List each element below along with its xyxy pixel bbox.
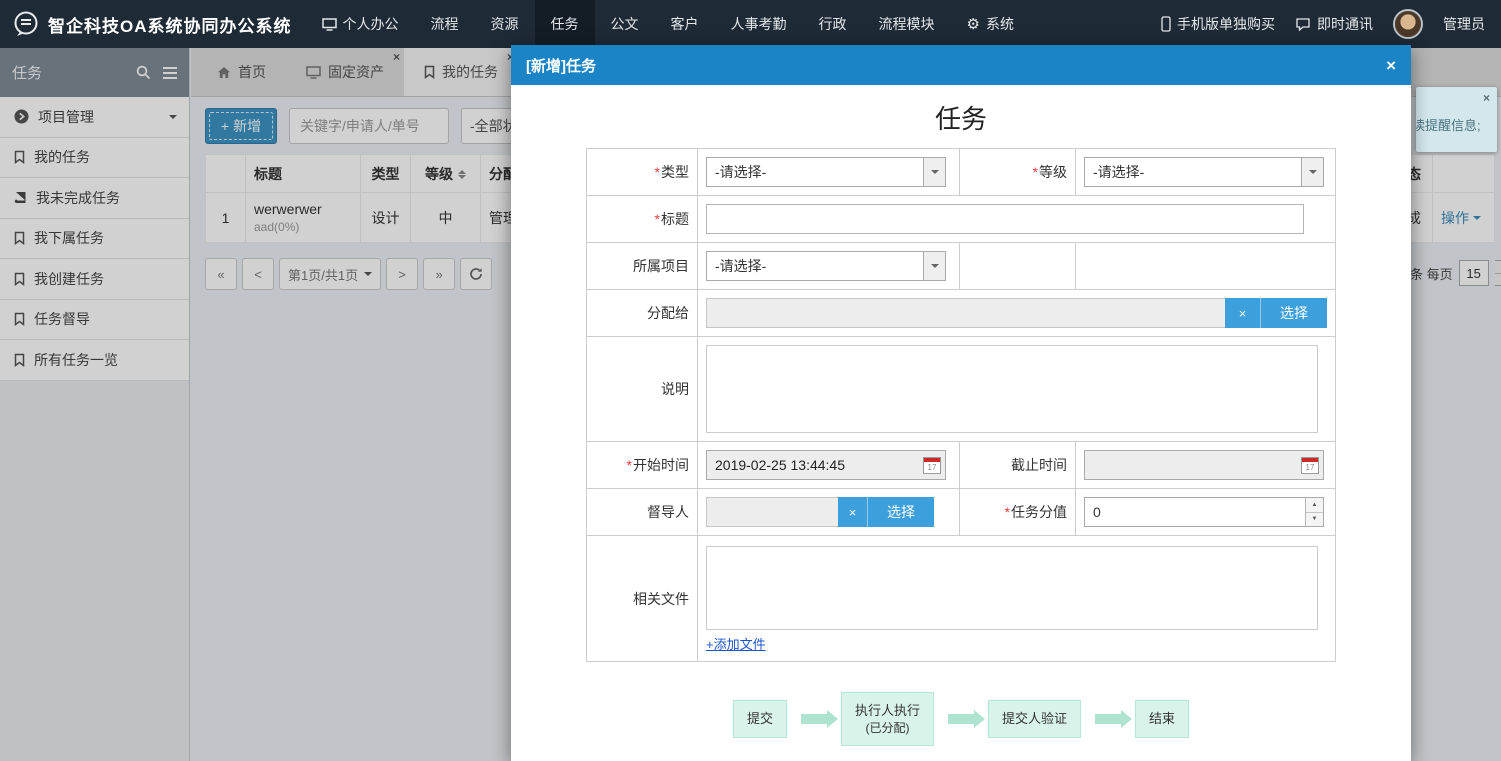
project-select[interactable]: -请选择-	[706, 251, 946, 281]
task-form: *类型 -请选择- *等级 -请选择- *标题 所属项目 -请选择- 分配给 ×…	[586, 148, 1336, 662]
choose-assignee-button[interactable]: 选择	[1261, 298, 1327, 328]
clear-supervisor-button[interactable]: ×	[838, 497, 868, 527]
level-select[interactable]: -请选择-	[1084, 157, 1324, 187]
assign-label: 分配给	[586, 289, 698, 337]
monitor-icon	[321, 17, 337, 31]
menu-workflow-module[interactable]: 流程模块	[863, 0, 951, 48]
title-input[interactable]	[706, 204, 1304, 234]
menu-hr-attendance[interactable]: 人事考勤	[715, 0, 803, 48]
menu-tasks[interactable]: 任务	[534, 0, 595, 48]
workflow-step-submit: 提交	[732, 700, 787, 738]
supervisor-label: 督导人	[586, 488, 698, 536]
calendar-icon: 17	[923, 456, 941, 474]
start-time-label: *开始时间	[586, 441, 698, 489]
menu-resources[interactable]: 资源	[475, 0, 535, 48]
files-box	[706, 546, 1318, 630]
workflow-step-end: 结束	[1135, 700, 1190, 738]
instant-messaging-link[interactable]: 即时通讯	[1295, 14, 1373, 34]
calendar-icon: 17	[1301, 456, 1319, 474]
gear-icon: ⚙	[966, 15, 980, 33]
score-input[interactable]: 0 ▲ ▼	[1084, 497, 1324, 527]
chat-icon	[1295, 17, 1311, 31]
chevron-down-icon	[923, 158, 945, 186]
chevron-down-icon	[1301, 158, 1323, 186]
workflow-step-execute: 执行人执行 (已分配)	[840, 692, 934, 746]
supervisor-input[interactable]	[706, 497, 838, 527]
menu-administration[interactable]: 行政	[803, 0, 863, 48]
chevron-down-icon	[923, 252, 945, 280]
arrow-right-icon	[1095, 709, 1133, 728]
toast-message: 读提醒信息;	[1416, 118, 1481, 133]
menu-workflow[interactable]: 流程	[415, 0, 475, 48]
add-file-link[interactable]: +添加文件	[706, 634, 766, 653]
project-label: 所属项目	[586, 242, 698, 290]
top-navbar: 智企科技OA系统协同办公系统 个人办公 流程 资源 任务 公文 客户 人事考勤 …	[0, 0, 1501, 48]
user-menu[interactable]: 管理员	[1443, 14, 1485, 34]
arrow-right-icon	[948, 709, 985, 728]
menu-personal-office[interactable]: 个人办公	[306, 0, 415, 48]
arrow-right-icon	[800, 709, 838, 728]
close-icon[interactable]: ×	[1483, 92, 1490, 104]
modal-body: 任务 *类型 -请选择- *等级 -请选择- *标题 所属项目 -请选择- 分配…	[511, 99, 1411, 746]
type-select[interactable]: -请选择-	[706, 157, 946, 187]
files-label: 相关文件	[586, 535, 698, 662]
description-textarea[interactable]	[706, 345, 1318, 433]
main-menu: 个人办公 流程 资源 任务 公文 客户 人事考勤 行政 流程模块 ⚙ 系统	[306, 0, 1030, 48]
menu-documents[interactable]: 公文	[595, 0, 655, 48]
end-time-label: 截止时间	[959, 441, 1076, 489]
app-logo-icon	[12, 10, 40, 38]
phone-icon	[1161, 16, 1171, 32]
level-label: *等级	[959, 148, 1076, 196]
mobile-version-link[interactable]: 手机版单独购买	[1161, 14, 1275, 34]
modal-title: [新增]任务	[526, 57, 596, 75]
start-time-input[interactable]: 2019-02-25 13:44:45 17	[706, 450, 946, 480]
brand: 智企科技OA系统协同办公系统	[0, 10, 306, 38]
clear-assignee-button[interactable]: ×	[1225, 298, 1261, 328]
type-label: *类型	[586, 148, 698, 196]
modal-header: [新增]任务 ×	[511, 45, 1411, 85]
end-time-input[interactable]: 17	[1084, 450, 1324, 480]
reminder-toast: × 读提醒信息;	[1416, 87, 1497, 152]
close-icon[interactable]: ×	[1386, 57, 1396, 74]
app-title: 智企科技OA系统协同办公系统	[48, 16, 292, 36]
workflow-diagram: 提交 执行人执行 (已分配) 提交人验证 结束	[511, 692, 1411, 746]
menu-system[interactable]: ⚙ 系统	[951, 0, 1030, 48]
new-task-modal: [新增]任务 × 任务 *类型 -请选择- *等级 -请选择- *标题 所属项目…	[511, 45, 1411, 761]
assignee-input[interactable]	[706, 298, 1225, 328]
user-avatar[interactable]	[1393, 9, 1423, 39]
navbar-right: 手机版单独购买 即时通讯 管理员	[1161, 9, 1501, 39]
form-title: 任务	[934, 104, 987, 134]
menu-customers[interactable]: 客户	[655, 0, 715, 48]
title-label: *标题	[586, 195, 698, 243]
score-label: *任务分值	[959, 488, 1076, 536]
description-label: 说明	[586, 336, 698, 442]
workflow-step-verify: 提交人验证	[988, 700, 1082, 738]
number-stepper[interactable]: ▲ ▼	[1305, 498, 1323, 526]
choose-supervisor-button[interactable]: 选择	[868, 497, 934, 527]
